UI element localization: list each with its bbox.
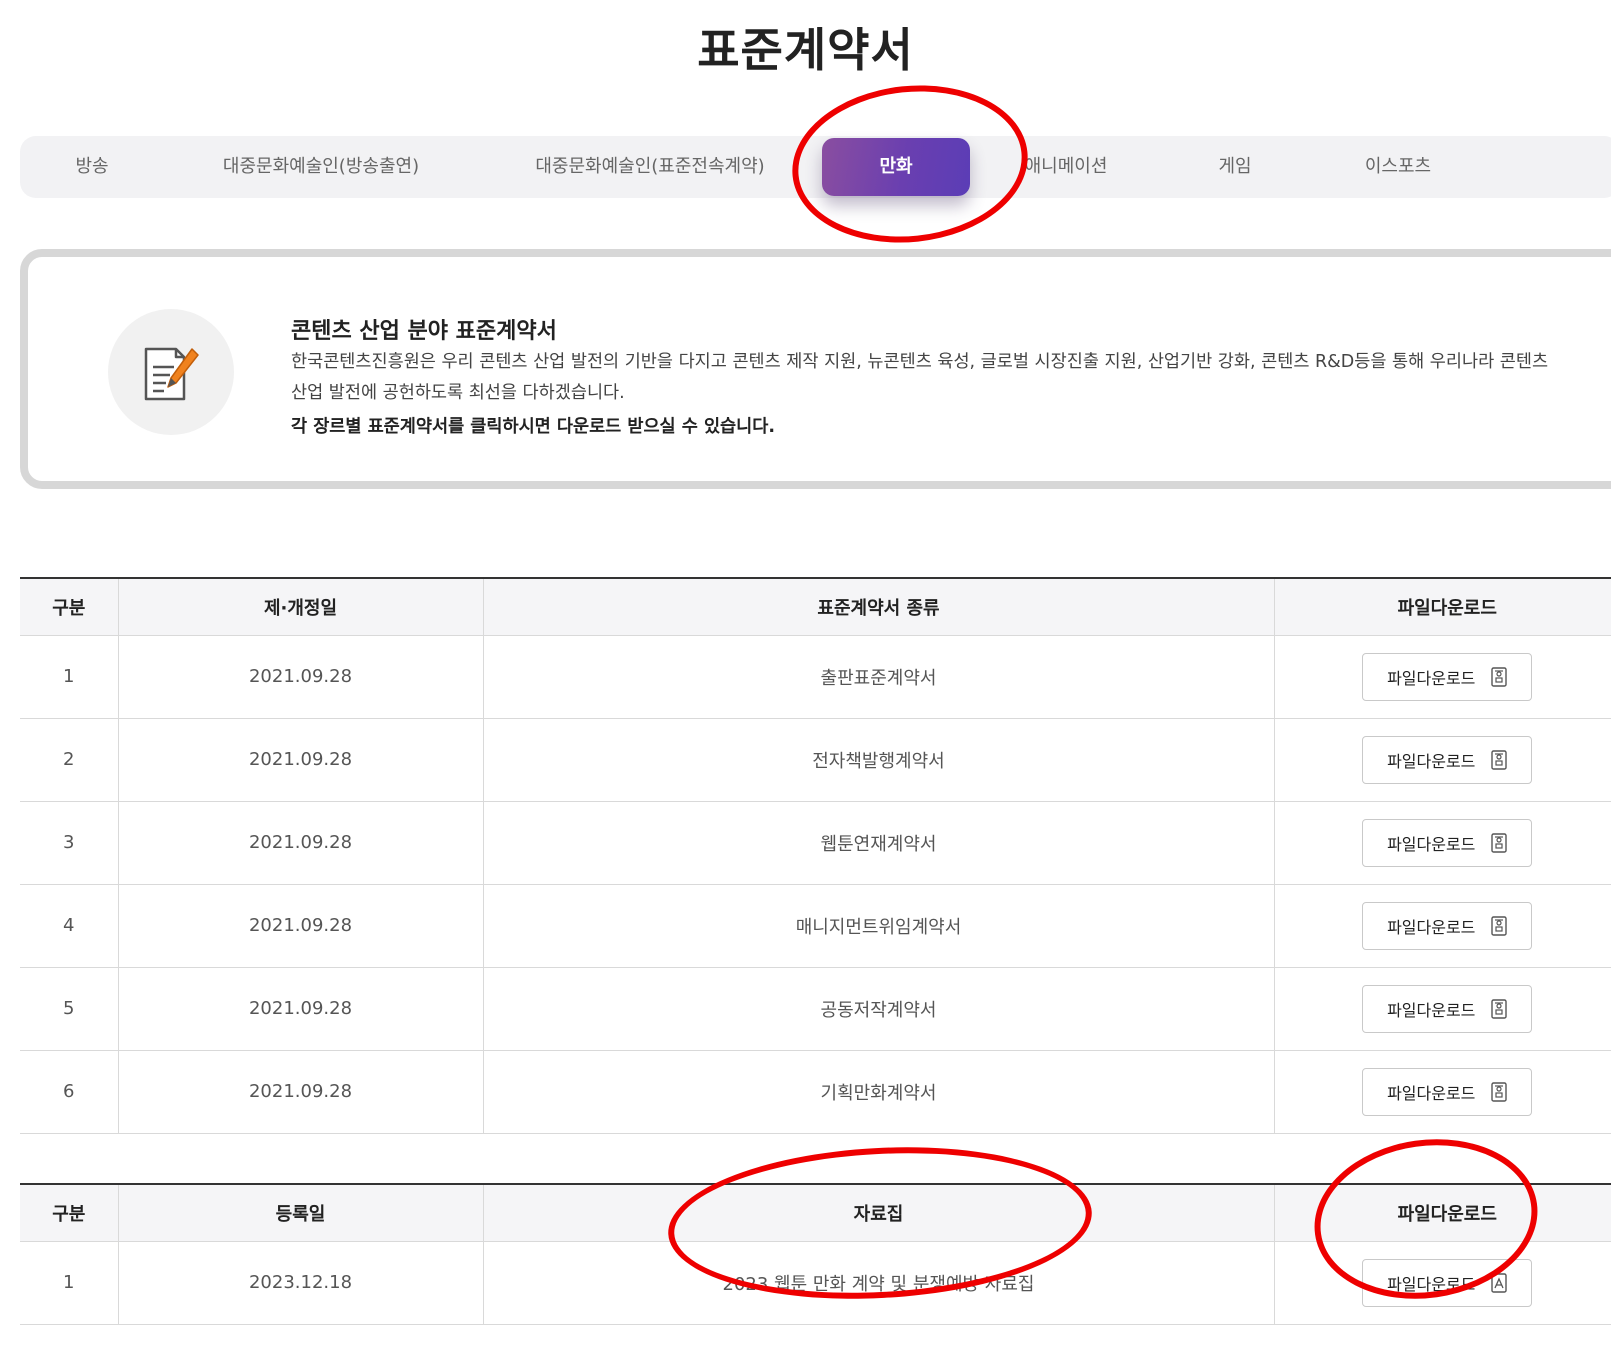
file-download-button[interactable]: 파일다운로드: [1362, 984, 1533, 1033]
table-row: 1 2021.09.28 출판표준계약서 파일다운로드: [20, 635, 1611, 719]
tab-broadcast[interactable]: 방송: [75, 136, 108, 198]
info-note: 각 장르별 표준계약서를 클릭하시면 다운로드 받으실 수 있습니다.: [291, 417, 775, 437]
row-download-cell: 파일다운로드: [1274, 801, 1611, 885]
tab-animation[interactable]: 애니메이션: [1025, 136, 1108, 198]
row-contract-name: 기획만화계약서: [483, 1050, 1275, 1134]
download-label: 파일다운로드: [1387, 917, 1476, 937]
header-file-download: 파일다운로드: [1274, 1184, 1611, 1242]
row-download-cell: 파일다운로드: [1274, 1241, 1611, 1325]
header-materials: 자료집: [483, 1184, 1275, 1242]
table-header-row: 구분 등록일 자료집 파일다운로드: [20, 1184, 1611, 1242]
row-contract-name: 공동저작계약서: [483, 967, 1275, 1051]
row-contract-name: 출판표준계약서: [483, 635, 1275, 719]
row-date: 2021.09.28: [118, 801, 484, 885]
document-edit-icon: [144, 347, 199, 401]
header-date: 제·개정일: [118, 578, 484, 636]
hwp-file-icon: [1491, 749, 1508, 770]
download-label: 파일다운로드: [1387, 1000, 1476, 1020]
row-contract-name: 매니지먼트위임계약서: [483, 884, 1275, 968]
header-category: 구분: [20, 578, 119, 636]
header-registration-date: 등록일: [118, 1184, 484, 1242]
row-date: 2021.09.28: [118, 718, 484, 802]
table-row: 4 2021.09.28 매니지먼트위임계약서 파일다운로드: [20, 884, 1611, 968]
file-download-button[interactable]: 파일다운로드: [1362, 652, 1533, 701]
row-number: 1: [20, 635, 119, 719]
download-label: 파일다운로드: [1387, 751, 1476, 771]
file-download-button[interactable]: 파일다운로드: [1362, 901, 1533, 950]
download-label: 파일다운로드: [1387, 1083, 1476, 1103]
hwp-file-icon: [1491, 666, 1508, 687]
row-download-cell: 파일다운로드: [1274, 718, 1611, 802]
hwp-file-icon: [1491, 1081, 1508, 1102]
row-number: 5: [20, 967, 119, 1051]
table-row: 5 2021.09.28 공동저작계약서 파일다운로드: [20, 967, 1611, 1051]
row-number: 1: [20, 1241, 119, 1325]
materials-table: 구분 등록일 자료집 파일다운로드 1 2023.12.18 2023 웹툰 만…: [20, 1183, 1611, 1325]
table-row: 6 2021.09.28 기획만화계약서 파일다운로드: [20, 1050, 1611, 1134]
row-number: 2: [20, 718, 119, 802]
row-number: 4: [20, 884, 119, 968]
row-date: 2021.09.28: [118, 967, 484, 1051]
row-download-cell: 파일다운로드: [1274, 967, 1611, 1051]
table-row: 2 2021.09.28 전자책발행계약서 파일다운로드: [20, 718, 1611, 802]
row-date: 2021.09.28: [118, 884, 484, 968]
contracts-table: 구분 제·개정일 표준계약서 종류 파일다운로드 1 2021.09.28 출판…: [20, 577, 1611, 1134]
download-label: 파일다운로드: [1387, 1274, 1476, 1294]
row-material-name: 2023 웹툰 만화 계약 및 분쟁예방 자료집: [483, 1241, 1275, 1325]
download-label: 파일다운로드: [1387, 834, 1476, 854]
row-date: 2021.09.28: [118, 1050, 484, 1134]
file-download-button[interactable]: 파일다운로드: [1362, 735, 1533, 784]
row-number: 6: [20, 1050, 119, 1134]
tab-pop-culture-broadcast[interactable]: 대중문화예술인(방송출연): [223, 136, 419, 198]
row-contract-name: 전자책발행계약서: [483, 718, 1275, 802]
table-header-row: 구분 제·개정일 표준계약서 종류 파일다운로드: [20, 578, 1611, 636]
header-contract-type: 표준계약서 종류: [483, 578, 1275, 636]
hwp-file-icon: [1491, 998, 1508, 1019]
row-download-cell: 파일다운로드: [1274, 1050, 1611, 1134]
file-download-button[interactable]: 파일다운로드: [1362, 1258, 1533, 1307]
row-contract-name: 웹툰연재계약서: [483, 801, 1275, 885]
row-number: 3: [20, 801, 119, 885]
file-download-button[interactable]: 파일다운로드: [1362, 818, 1533, 867]
tab-pop-culture-exclusive[interactable]: 대중문화예술인(표준전속계약): [535, 136, 764, 198]
info-description: 한국콘텐츠진흥원은 우리 콘텐츠 산업 발전의 기반을 다지고 콘텐츠 제작 지…: [291, 352, 1549, 403]
hwp-file-icon: [1491, 915, 1508, 936]
row-date: 2023.12.18: [118, 1241, 484, 1325]
download-label: 파일다운로드: [1387, 668, 1476, 688]
tab-comics[interactable]: 만화: [822, 138, 970, 196]
table-row: 3 2021.09.28 웹툰연재계약서 파일다운로드: [20, 801, 1611, 885]
page-title: 표준계약서: [697, 23, 914, 77]
info-box: 콘텐츠 산업 분야 표준계약서 한국콘텐츠진흥원은 우리 콘텐츠 산업 발전의 …: [20, 249, 1611, 489]
pdf-file-icon: [1491, 1272, 1508, 1293]
file-download-button[interactable]: 파일다운로드: [1362, 1067, 1533, 1116]
header-file-download: 파일다운로드: [1274, 578, 1611, 636]
row-download-cell: 파일다운로드: [1274, 884, 1611, 968]
info-icon-wrapper: [108, 309, 234, 435]
tab-esports[interactable]: 이스포츠: [1365, 136, 1431, 198]
header-category: 구분: [20, 1184, 119, 1242]
row-download-cell: 파일다운로드: [1274, 635, 1611, 719]
table-row: 1 2023.12.18 2023 웹툰 만화 계약 및 분쟁예방 자료집 파일…: [20, 1241, 1611, 1325]
tab-game[interactable]: 게임: [1218, 136, 1251, 198]
hwp-file-icon: [1491, 832, 1508, 853]
category-tabs: 방송 대중문화예술인(방송출연) 대중문화예술인(표준전속계약) 만화 애니메이…: [20, 136, 1611, 198]
info-title: 콘텐츠 산업 분야 표준계약서: [291, 319, 557, 344]
row-date: 2021.09.28: [118, 635, 484, 719]
